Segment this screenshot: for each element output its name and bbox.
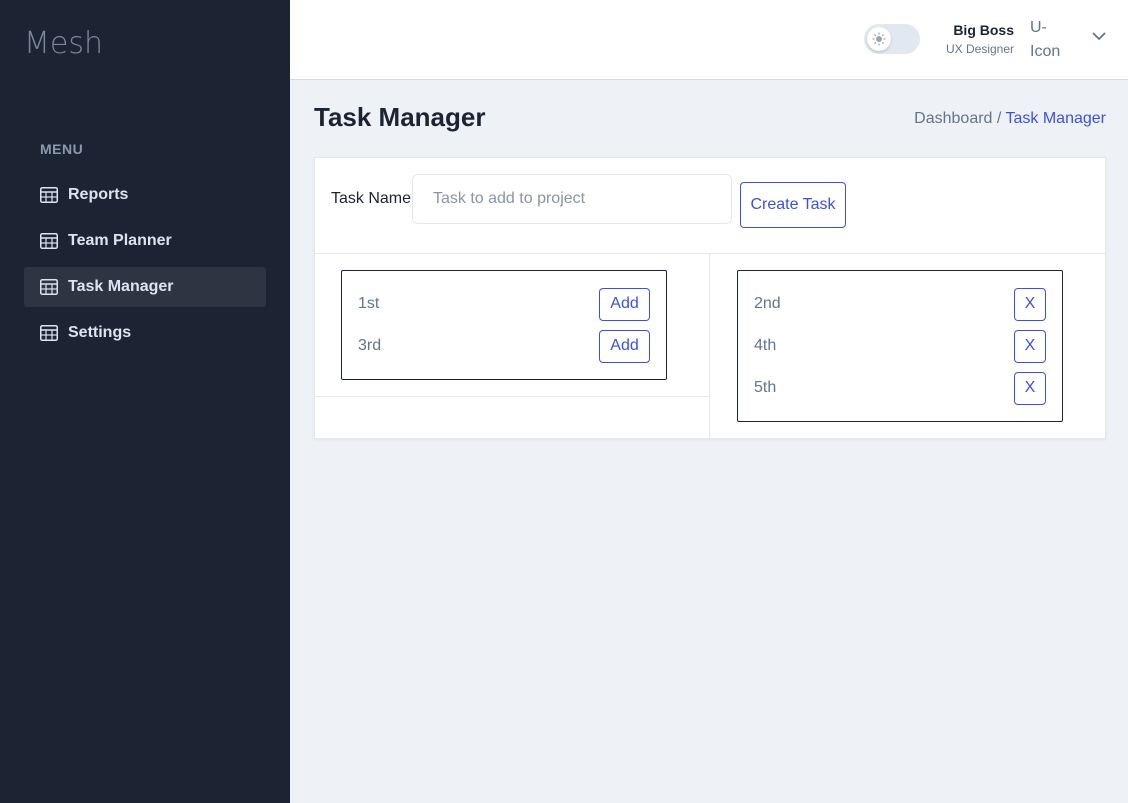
create-task-button[interactable]: Create Task	[740, 182, 846, 228]
add-task-button[interactable]: Add	[599, 287, 650, 321]
page-title: Task Manager	[314, 102, 486, 132]
divider	[315, 396, 710, 397]
sidebar-item-settings[interactable]: Settings	[24, 313, 266, 353]
list-item: 1st Add	[358, 287, 650, 321]
remove-task-button[interactable]: X	[1014, 329, 1046, 363]
available-tasks-list: 1st Add 3rd Add	[341, 270, 667, 380]
sidebar: Mesh MENU Reports Team Planner Task Mana…	[0, 0, 290, 803]
task-card: Task Name: Create Task 1st Add 3rd Add 2…	[314, 157, 1106, 439]
top-header: Big Boss UX Designer U-Icon	[290, 0, 1128, 80]
avatar[interactable]: U-Icon	[1030, 16, 1070, 64]
task-name-input[interactable]	[412, 174, 732, 224]
sidebar-nav: Reports Team Planner Task Manager Settin…	[24, 175, 266, 359]
list-item: 4th X	[754, 329, 1046, 363]
toggle-knob	[867, 27, 891, 51]
calendar-icon	[40, 233, 58, 249]
remove-task-button[interactable]: X	[1014, 287, 1046, 321]
sidebar-item-label: Team Planner	[68, 232, 172, 249]
available-tasks-column: 1st Add 3rd Add	[315, 254, 710, 439]
calendar-icon	[40, 279, 58, 295]
project-tasks-list: 2nd X 4th X 5th X	[737, 270, 1063, 422]
breadcrumb: Dashboard / Task Manager	[914, 110, 1106, 128]
sun-icon	[872, 32, 886, 46]
list-item: 2nd X	[754, 287, 1046, 321]
task-name: 2nd	[754, 295, 781, 312]
breadcrumb-parent[interactable]: Dashboard /	[914, 110, 1001, 127]
task-name-label: Task Name:	[331, 190, 416, 207]
menu-label: MENU	[40, 141, 84, 157]
sidebar-item-team-planner[interactable]: Team Planner	[24, 221, 266, 261]
remove-task-button[interactable]: X	[1014, 371, 1046, 405]
sidebar-item-task-manager[interactable]: Task Manager	[24, 267, 266, 307]
user-role: UX Designer	[945, 42, 1014, 56]
sidebar-item-label: Reports	[68, 186, 129, 203]
task-name: 4th	[754, 337, 777, 354]
app-logo[interactable]: Mesh	[24, 26, 103, 61]
list-item: 5th X	[754, 371, 1046, 405]
add-task-button[interactable]: Add	[599, 329, 650, 363]
calendar-icon	[40, 325, 58, 341]
task-name: 5th	[754, 379, 777, 396]
theme-toggle[interactable]	[864, 24, 920, 54]
list-item: 3rd Add	[358, 329, 650, 363]
task-name: 1st	[358, 295, 380, 312]
sidebar-item-label: Settings	[68, 324, 132, 341]
task-name: 3rd	[358, 337, 382, 354]
calendar-icon	[40, 187, 58, 203]
user-name: Big Boss	[953, 22, 1014, 38]
breadcrumb-current: Task Manager	[1005, 110, 1107, 127]
sidebar-item-reports[interactable]: Reports	[24, 175, 266, 215]
task-form: Task Name: Create Task	[315, 158, 1105, 254]
chevron-down-icon[interactable]	[1092, 32, 1106, 41]
sidebar-item-label: Task Manager	[68, 278, 174, 295]
project-tasks-column: 2nd X 4th X 5th X	[711, 254, 1105, 439]
